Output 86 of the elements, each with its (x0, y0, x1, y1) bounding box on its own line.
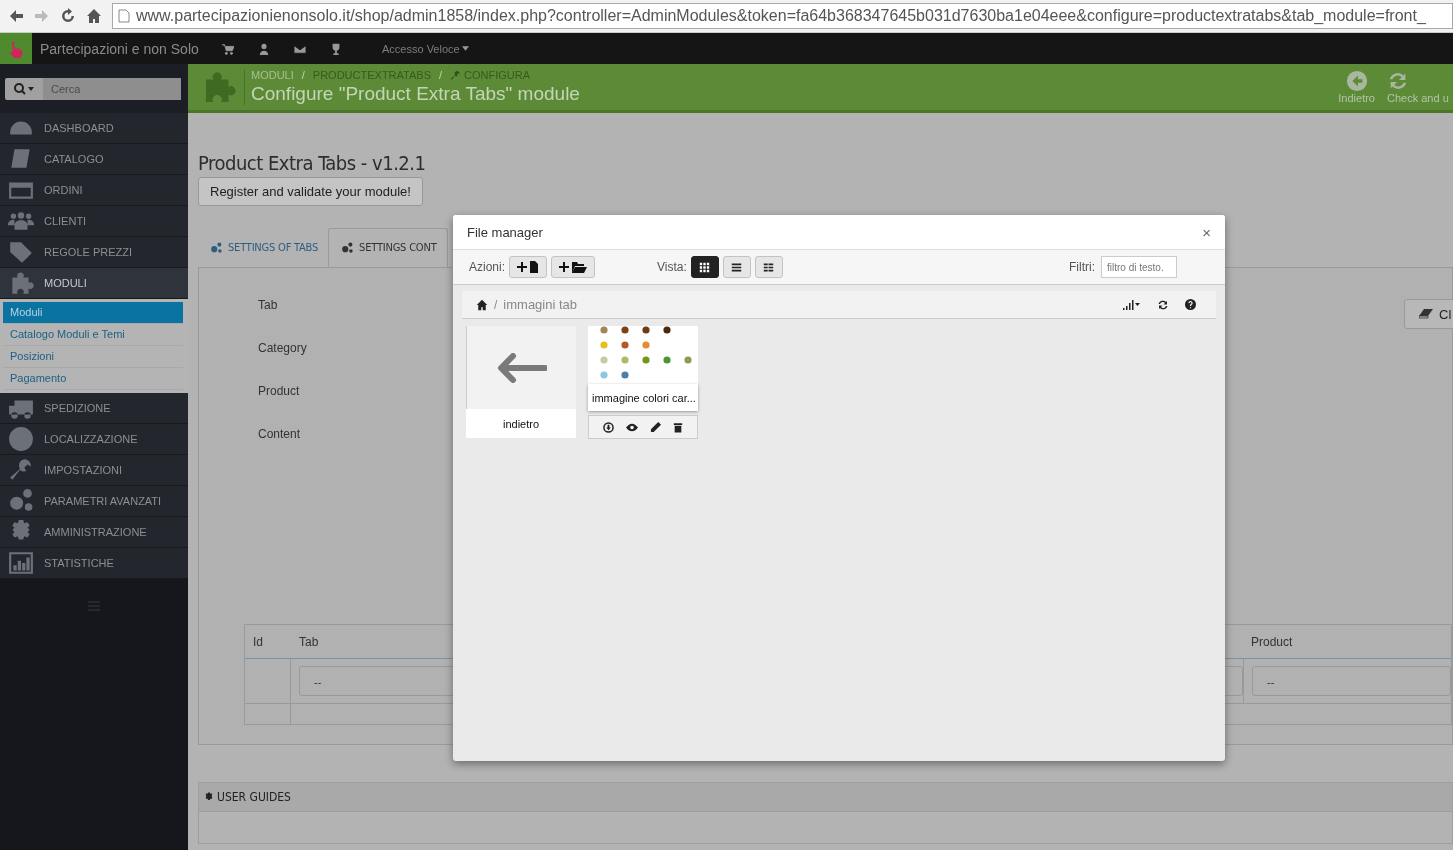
actions-label: Azioni: (469, 260, 506, 274)
column-header: Product (1250, 634, 1294, 649)
menu-item[interactable]: AMMINISTRAZIONE (0, 517, 188, 548)
search-field[interactable]: Cerca (43, 77, 181, 100)
reload-icon[interactable] (60, 8, 76, 24)
menu-item[interactable]: CATALOGO (0, 144, 188, 175)
back-icon[interactable] (8, 8, 24, 24)
cart-icon[interactable] (222, 42, 234, 55)
page-title: Configure "Product Extra Tabs" module (251, 83, 581, 105)
address-bar[interactable]: www.partecipazionienonsolo.it/shop/admin1858/index.php?controller=AdminModules&token=fa64b368347645b031d7630ba1e04eee&configure=productextratabs&tab_module=front_ (112, 3, 1453, 29)
home-icon[interactable] (476, 298, 488, 311)
download-icon[interactable] (603, 421, 614, 433)
menu-item[interactable]: DASHBOARD (0, 113, 188, 144)
file-name: immagine colori car... (588, 384, 698, 411)
list-view-icon (731, 261, 743, 273)
form-label: Tab (258, 298, 278, 314)
shop-name[interactable]: Partecipazioni e non Solo (40, 40, 222, 57)
menu-item[interactable]: REGOLE PREZZI (0, 237, 188, 268)
module-title: Product Extra Tabs - v1.2.1 (198, 151, 427, 177)
tab[interactable]: SETTINGS CONT (328, 228, 448, 267)
column-header: Tab (298, 634, 320, 649)
close-button[interactable]: × (1202, 223, 1211, 241)
tab[interactable]: SETTINGS OF TABS (198, 229, 329, 267)
filter-select[interactable]: -- (1252, 666, 1451, 696)
eye-icon[interactable] (626, 422, 638, 432)
menu-item[interactable]: CLIENTI (0, 206, 188, 237)
dialog-title: File manager (467, 224, 543, 240)
folder-path: immagini tab (503, 297, 578, 312)
add-folder-icon (559, 261, 588, 273)
register-button[interactable]: Register and validate your module! (198, 177, 423, 206)
home-icon[interactable] (86, 8, 102, 24)
filter-label: Filtri: (1069, 260, 1095, 274)
form-label: Category (258, 341, 307, 357)
eraser-icon (1419, 309, 1433, 319)
filter-field[interactable]: filtro di testo. (1101, 256, 1177, 278)
search-button[interactable] (5, 77, 43, 100)
wrench-icon (450, 69, 462, 81)
submenu-item[interactable]: Posizioni (3, 346, 183, 368)
form-label: Product (258, 384, 300, 400)
grid-view-button[interactable] (690, 256, 719, 278)
submenu-item[interactable]: Catalogo Moduli e Temi (3, 324, 183, 346)
sort-icon[interactable] (1121, 299, 1141, 310)
toolbar-button-label: Indietro (1338, 92, 1375, 104)
table-view-button[interactable] (754, 256, 783, 278)
submenu-item[interactable]: Moduli (3, 302, 183, 324)
column-header: Id (252, 633, 264, 651)
menu-item[interactable]: SPEDIZIONE (0, 393, 188, 424)
breadcrumb-separator: / (301, 69, 305, 81)
quick-access-menu[interactable]: Accesso Veloce (382, 42, 469, 55)
new-folder-button[interactable] (551, 256, 596, 278)
menu-item[interactable]: STATISTICHE (0, 548, 188, 579)
menu-item[interactable]: MODULI (0, 268, 188, 299)
help-icon[interactable] (1185, 299, 1196, 310)
trash-icon[interactable] (673, 421, 683, 433)
caret-icon (461, 46, 469, 51)
wrench-icon (8, 457, 34, 483)
user-icon[interactable] (258, 42, 270, 55)
pencil-icon[interactable] (650, 421, 661, 433)
left-arrow-icon (496, 352, 547, 383)
menu-item[interactable]: LOCALIZZAZIONE (0, 424, 188, 455)
trophy-icon[interactable] (330, 42, 342, 55)
menu-item[interactable]: PARAMETRI AVANZATI (0, 486, 188, 517)
list-view-button[interactable] (722, 256, 751, 278)
panel-heading: USER GUIDES (217, 790, 291, 804)
add-file-icon (517, 261, 540, 273)
back-folder-tile[interactable]: indietro (466, 326, 576, 438)
view-label: Vista: (657, 260, 687, 274)
breadcrumb-separator: / (439, 69, 443, 81)
bar-chart-icon (8, 550, 34, 576)
refresh-icon (1387, 70, 1409, 92)
menu-item[interactable]: IMPOSTAZIONI (0, 455, 188, 486)
toolbar-button-label: Check and u (1387, 92, 1449, 104)
table-view-icon (763, 261, 775, 273)
tag-icon (8, 239, 34, 265)
menu-item[interactable]: ORDINI (0, 175, 188, 206)
clear-button[interactable]: Cl (1404, 299, 1453, 329)
submenu-item[interactable]: Pagamento (3, 368, 183, 390)
new-file-button[interactable] (509, 256, 548, 278)
search-icon (13, 82, 35, 95)
image-file-tile[interactable]: immagine colori car... (588, 326, 698, 439)
back-arrow-icon (1345, 70, 1368, 92)
refresh-icon[interactable] (1157, 298, 1169, 311)
form-label: Content (258, 427, 301, 443)
file-name: indietro (501, 416, 541, 432)
path-separator: / (494, 297, 498, 312)
grid-view-icon (699, 261, 711, 273)
